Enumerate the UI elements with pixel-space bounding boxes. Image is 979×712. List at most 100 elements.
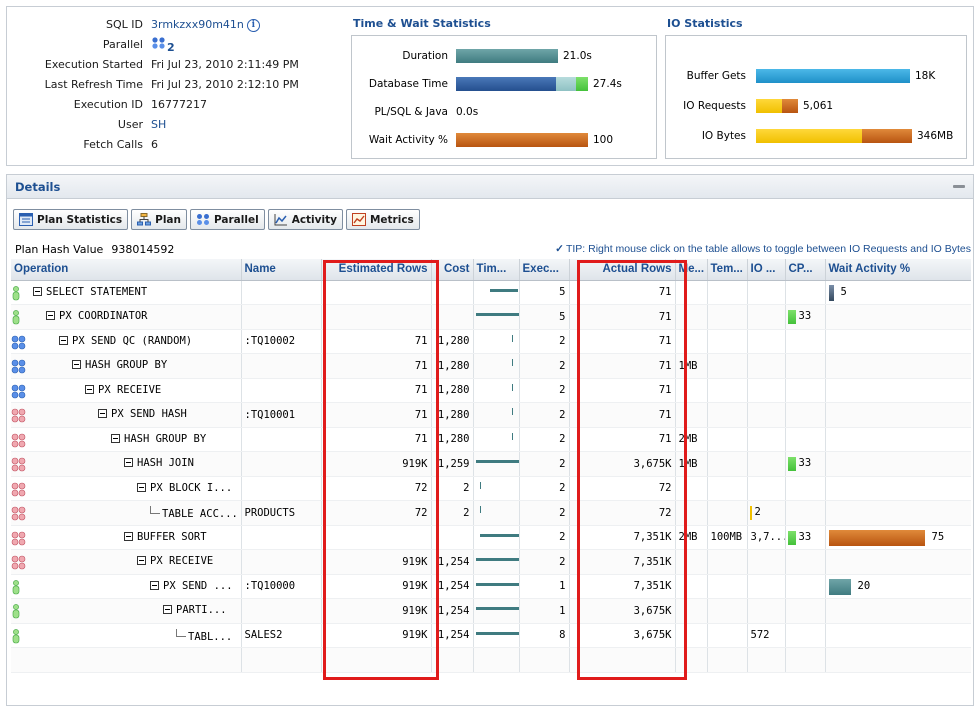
executions-cell: 1 (519, 598, 570, 624)
operation-cell[interactable]: PX COORDINATOR (11, 304, 242, 330)
timeline-cell (473, 378, 520, 403)
sql-id-value[interactable]: 3rmkzxx90m41n i (151, 15, 260, 35)
col-cost[interactable]: Cost (431, 259, 474, 281)
col-timeline[interactable]: Tim... (473, 259, 520, 281)
cpu-cell (785, 598, 826, 624)
table-row[interactable]: PX SEND ...:TQ10000 919K 1,254 1 7,351K 20 (11, 574, 971, 599)
wait-activity-value: 100 (593, 134, 614, 146)
tab-plan-statistics[interactable]: Plan Statistics (13, 209, 129, 230)
col-io[interactable]: IO ... (747, 259, 786, 281)
estimated-rows-cell: 71 (321, 329, 432, 354)
operation-cell[interactable]: PX SEND ... (11, 574, 242, 599)
tree-collapse-icon[interactable] (150, 580, 159, 590)
tree-collapse-icon[interactable] (46, 311, 55, 320)
tree-collapse-icon[interactable] (137, 556, 146, 565)
tree-collapse-icon[interactable] (124, 458, 133, 467)
tab-activity[interactable]: Activity (267, 209, 343, 230)
table-row[interactable]: PX BLOCK I... 72 2 2 72 (11, 476, 971, 501)
table-row[interactable]: PX SEND QC (RANDOM):TQ10002 71 1,280 2 71 (11, 329, 971, 354)
tab-metrics[interactable]: Metrics (345, 209, 420, 230)
table-row[interactable]: PX RECEIVE 919K 1,254 2 7,351K (11, 549, 971, 575)
wait-activity-cell (825, 500, 971, 526)
col-name[interactable]: Name (241, 259, 322, 281)
operation-cell[interactable]: PX BLOCK I... (11, 476, 242, 501)
cpu-cell: 33 (785, 525, 826, 550)
memory-cell: 2MB (675, 427, 708, 452)
operation-cell[interactable]: PX SEND HASH (11, 402, 242, 428)
operation-cell[interactable]: HASH JOIN (11, 451, 242, 477)
timeline-bar (475, 313, 518, 316)
user-value[interactable]: SH (151, 115, 166, 135)
estimated-rows-cell: 919K (321, 623, 432, 648)
sql-id-text[interactable]: 3rmkzxx90m41n (151, 18, 244, 31)
io-bytes-value: 346MB (917, 130, 954, 142)
table-row[interactable]: BUFFER SORT 2 7,351K 2MB 100MB 3,7... 33 75 (11, 525, 971, 550)
tree-collapse-icon[interactable] (85, 384, 94, 394)
table-row[interactable]: HASH JOIN 919K 1,259 2 3,675K 1MB 33 (11, 451, 971, 477)
operation-cell[interactable]: PX SEND QC (RANDOM) (11, 329, 242, 354)
tree-collapse-icon[interactable] (98, 409, 107, 418)
temp-cell (707, 549, 748, 575)
cost-cell: 1,259 (431, 451, 474, 477)
cpu-value: 33 (798, 457, 812, 469)
table-row[interactable]: PX SEND HASH:TQ10001 71 1,280 2 71 (11, 402, 971, 428)
tree-collapse-icon[interactable] (163, 605, 172, 614)
io-cell (747, 549, 786, 575)
operation-cell[interactable]: PX RECEIVE (11, 549, 242, 575)
executions-cell: 2 (519, 451, 570, 477)
tree-collapse-icon[interactable] (111, 433, 120, 443)
table-row[interactable]: TABL... SALES2 919K 1,254 8 3,675K 572 (11, 623, 971, 648)
memory-cell (675, 402, 708, 428)
col-temp[interactable]: Tem... (707, 259, 748, 281)
tree-collapse-icon[interactable] (137, 482, 146, 492)
col-estimated-rows[interactable]: Estimated Rows (321, 259, 432, 281)
tab-plan[interactable]: Plan (131, 209, 187, 230)
wait-activity-cell (825, 378, 971, 403)
io-bytes-row: IO Bytes 346MB (666, 126, 953, 146)
table-row[interactable]: HASH GROUP BY 71 1,280 2 71 1MB (11, 353, 971, 379)
wait-activity-bar (828, 578, 851, 595)
col-memory[interactable]: Me... (675, 259, 708, 281)
table-row[interactable]: TABLE ACC... PRODUCTS 72 2 2 72 2 (11, 500, 971, 526)
operation-cell[interactable]: SELECT STATEMENT (11, 280, 242, 305)
table-row[interactable]: PX COORDINATOR 5 71 33 (11, 304, 971, 330)
info-icon[interactable]: i (246, 19, 260, 32)
tree-collapse-icon[interactable] (124, 531, 133, 541)
name-cell (241, 549, 322, 575)
table-row[interactable]: PARTI... 919K 1,254 1 3,675K (11, 598, 971, 624)
col-executions[interactable]: Exec... (519, 259, 570, 281)
operation-cell[interactable]: PX RECEIVE (11, 378, 242, 403)
estimated-rows-cell: 919K (321, 574, 432, 599)
empty-cell (747, 647, 786, 673)
timeline-cell (473, 353, 520, 379)
general-row-last-refresh: Last Refresh Time Fri Jul 23, 2010 2:12:… (13, 75, 343, 95)
plan-statistics-table[interactable]: Operation Name Estimated Rows Cost Tim..… (11, 259, 971, 705)
collapse-icon[interactable] (953, 185, 965, 188)
col-actual-rows[interactable]: Actual Rows (569, 259, 676, 281)
operation-cell[interactable]: HASH GROUP BY (11, 353, 242, 379)
temp-cell (707, 598, 748, 624)
table-row[interactable]: PX RECEIVE 71 1,280 2 71 (11, 378, 971, 403)
estimated-rows-cell (321, 525, 432, 550)
timeline-cell (473, 451, 520, 477)
col-cpu[interactable]: CP... (785, 259, 826, 281)
operation-cell[interactable]: HASH GROUP BY (11, 427, 242, 452)
table-row[interactable]: HASH GROUP BY 71 1,280 2 71 2MB (11, 427, 971, 452)
operation-cell[interactable]: PARTI... (11, 598, 242, 624)
operation-label: SELECT STATEMENT (33, 286, 147, 298)
tree-collapse-icon[interactable] (33, 286, 42, 296)
cost-cell: 2 (431, 476, 474, 501)
timeline-cell (473, 427, 520, 452)
operation-cell[interactable]: BUFFER SORT (11, 525, 242, 550)
table-row[interactable]: SELECT STATEMENT 5 71 5 (11, 280, 971, 305)
tree-collapse-icon[interactable] (72, 360, 81, 369)
operation-cell[interactable]: TABLE ACC... (11, 500, 242, 526)
temp-cell (707, 402, 748, 428)
tree-collapse-icon[interactable] (59, 335, 68, 345)
col-wait-activity[interactable]: Wait Activity % (825, 259, 971, 281)
col-operation[interactable]: Operation (11, 259, 242, 281)
operation-cell[interactable]: TABL... (11, 623, 242, 648)
tab-parallel[interactable]: Parallel (190, 209, 265, 230)
serial-process-icon (12, 285, 20, 300)
wait-activity-cell (825, 304, 971, 330)
